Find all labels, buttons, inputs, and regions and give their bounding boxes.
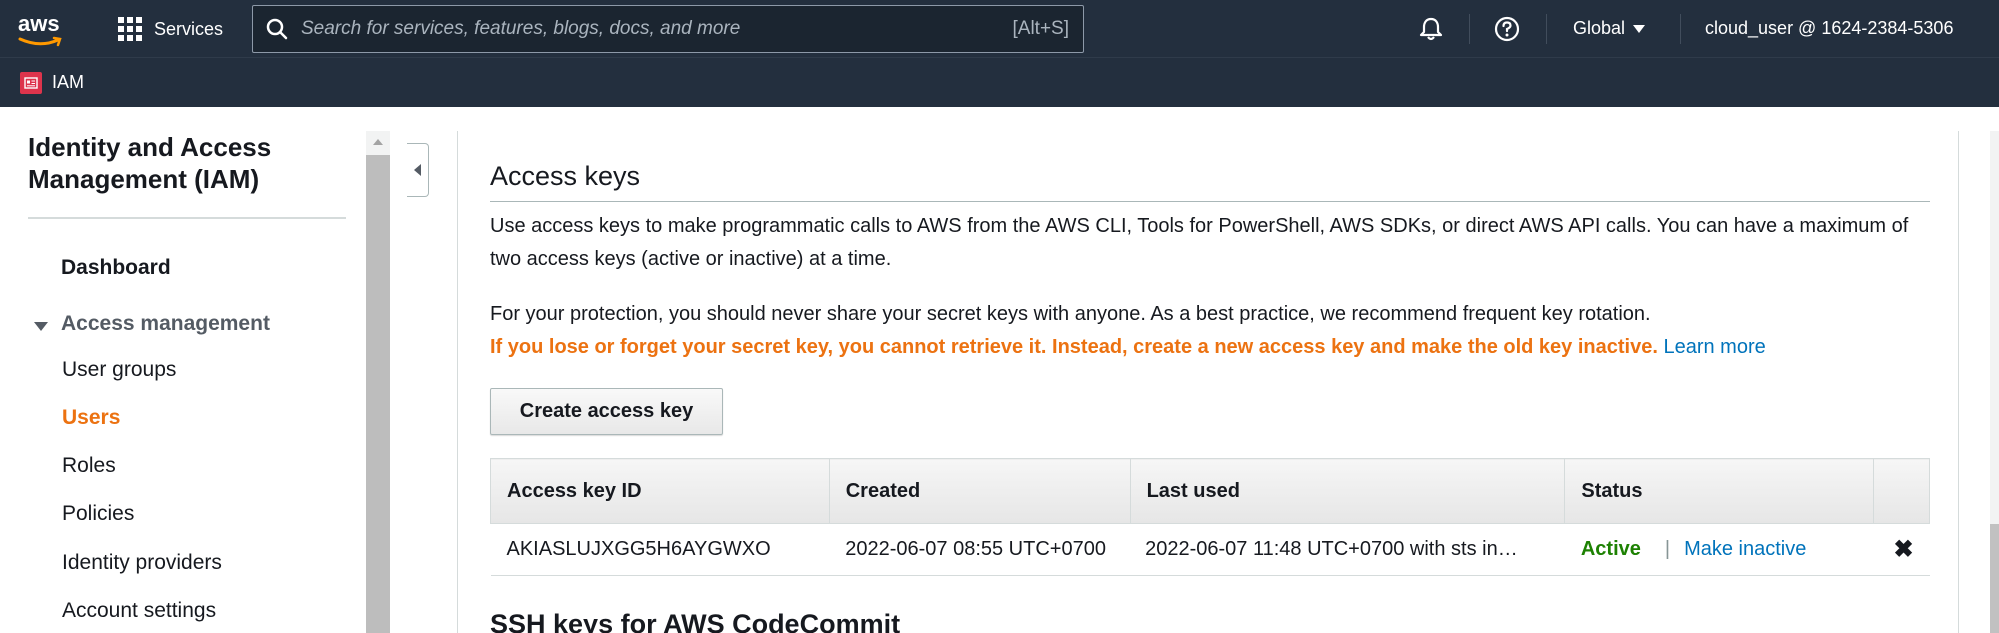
sidebar-section-access-management[interactable]: Access management (61, 312, 270, 336)
search-icon (253, 6, 301, 52)
column-header-created[interactable]: Created (828, 458, 1131, 524)
table-row: AKIASLUJXGG5H6AYGWXO 2022-06-07 08:55 UT… (490, 523, 1930, 576)
scroll-up-arrow-icon[interactable] (373, 139, 383, 145)
search-shortcut-hint: [Alt+S] (1012, 18, 1070, 39)
sidebar-divider (28, 217, 346, 219)
sidebar: Identity and Access Management (IAM) Das… (0, 107, 366, 633)
cell-delete: ✖ (1873, 523, 1930, 576)
status-badge: Active (1580, 538, 1641, 560)
bell-icon (1419, 17, 1443, 40)
account-menu[interactable]: cloud_user @ 1624-2384-5306 (1705, 0, 1953, 57)
top-navigation-bar: aws Services [Alt+S] (0, 0, 1999, 57)
notifications-button[interactable] (1418, 0, 1444, 57)
sidebar-item-dashboard[interactable]: Dashboard (61, 256, 171, 280)
main-scrollbar[interactable] (1990, 131, 1999, 633)
grid-icon (118, 17, 142, 41)
cell-access-key-id: AKIASLUJXGG5H6AYGWXO (490, 523, 830, 576)
services-label: Services (154, 18, 224, 39)
aws-logo[interactable]: aws (18, 11, 68, 47)
cell-created: 2022-06-07 08:55 UTC+0700 (829, 523, 1131, 576)
region-selector[interactable]: Global (1573, 0, 1646, 57)
aws-smile-icon (18, 36, 62, 47)
make-inactive-link[interactable]: Make inactive (1684, 538, 1806, 560)
caret-down-icon[interactable] (34, 322, 48, 331)
help-icon (1494, 16, 1520, 41)
search-bar[interactable]: [Alt+S] (252, 5, 1084, 53)
collapse-sidebar-button[interactable] (407, 143, 429, 197)
chevron-down-icon (1633, 24, 1646, 33)
column-header-actions (1873, 458, 1930, 524)
cell-status: Active | Make inactive (1564, 523, 1874, 576)
access-keys-table: Access key ID Created Last used Status A… (490, 458, 1930, 576)
status-separator: | (1664, 538, 1671, 560)
column-header-last-used[interactable]: Last used (1129, 458, 1566, 524)
access-keys-heading: Access keys (490, 161, 641, 191)
sidebar-item-identity-providers[interactable]: Identity providers (62, 551, 222, 575)
access-keys-description: Use access keys to make programmatic cal… (490, 215, 1909, 270)
help-button[interactable] (1494, 0, 1520, 57)
chevron-left-icon (414, 164, 421, 176)
ssh-keys-heading: SSH keys for AWS CodeCommit (490, 609, 901, 633)
secret-key-warning: If you lose or forget your secret key, y… (490, 336, 1658, 358)
search-input[interactable] (301, 18, 1013, 40)
create-access-key-button[interactable]: Create access key (490, 388, 723, 435)
access-keys-divider (490, 201, 1930, 202)
column-header-access-key-id[interactable]: Access key ID (490, 458, 830, 524)
protection-text: For your protection, you should never sh… (490, 303, 1651, 325)
sidebar-item-user-groups[interactable]: User groups (62, 358, 176, 382)
panel-border-left (457, 131, 458, 633)
column-header-status[interactable]: Status (1564, 458, 1875, 524)
sidebar-item-policies[interactable]: Policies (62, 502, 134, 526)
cell-last-used: 2022-06-07 11:48 UTC+0700 with sts in… (1130, 523, 1565, 576)
sidebar-title[interactable]: Identity and Access Management (IAM) (28, 131, 348, 195)
sidebar-scrollbar-thumb[interactable] (366, 155, 390, 633)
sidebar-item-roles[interactable]: Roles (62, 454, 116, 478)
iam-shortcut-link[interactable]: IAM (52, 72, 84, 93)
delete-key-icon[interactable]: ✖ (1894, 536, 1914, 563)
account-label: cloud_user @ 1624-2384-5306 (1705, 18, 1954, 38)
region-label: Global (1573, 18, 1626, 38)
sidebar-scrollbar[interactable] (366, 131, 390, 633)
services-menu-button[interactable]: Services (118, 16, 223, 42)
aws-logo-text: aws (18, 11, 60, 36)
panel-border-right (1958, 131, 1959, 633)
service-shortcut-bar: IAM (0, 57, 1999, 107)
main-scrollbar-thumb[interactable] (1990, 524, 1999, 633)
learn-more-link[interactable]: Learn more (1663, 336, 1765, 358)
table-header-row: Access key ID Created Last used Status (490, 458, 1930, 524)
access-keys-protection-note: For your protection, you should never sh… (490, 298, 1950, 364)
sidebar-item-account-settings[interactable]: Account settings (62, 599, 216, 623)
iam-service-icon (20, 72, 42, 94)
sidebar-item-users[interactable]: Users (62, 406, 120, 430)
